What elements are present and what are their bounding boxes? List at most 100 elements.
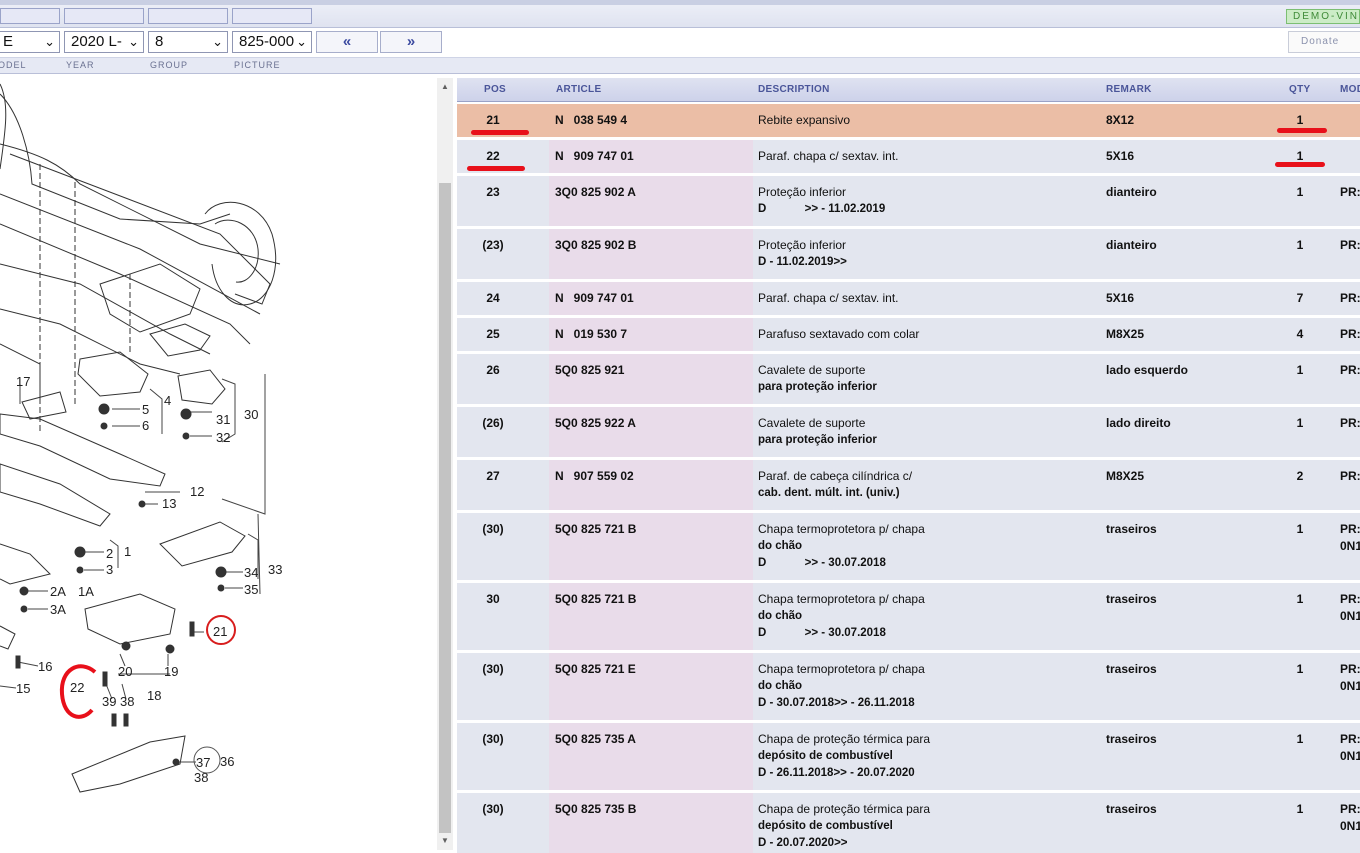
table-header: POS ARTICLE DESCRIPTION REMARK QTY MOD	[457, 78, 1360, 102]
demo-vin-badge[interactable]: DEMO-VIN	[1286, 9, 1360, 24]
article-cell[interactable]: N 019 530 7	[555, 326, 627, 343]
svg-text:15: 15	[16, 681, 30, 696]
qty-cell: 1	[1296, 416, 1304, 430]
table-row[interactable]: 30 5Q0 825 721 B Chapa termoprotetora p/ c…	[457, 583, 1360, 653]
article-cell[interactable]: 3Q0 825 902 A	[555, 184, 636, 201]
tab-3[interactable]	[148, 8, 228, 24]
table-row[interactable]: 23 3Q0 825 902 A Proteção inferior D >> - 1…	[457, 176, 1360, 229]
article-cell[interactable]: 5Q0 825 921	[555, 362, 624, 379]
model-cell: PR: 0N1	[1340, 522, 1360, 553]
article-cell[interactable]: N 907 559 02	[555, 468, 634, 485]
article-cell[interactable]: N 909 747 01	[555, 290, 634, 307]
svg-text:2: 2	[106, 546, 113, 561]
article-cell[interactable]: N 909 747 01	[555, 148, 634, 165]
table-row[interactable]: 25 N 019 530 7 Parafuso sextavado com cola…	[457, 318, 1360, 354]
remark-cell: traseiros	[1106, 732, 1157, 746]
article-cell[interactable]: 5Q0 825 721 B	[555, 521, 636, 538]
model-cell: PR:	[1340, 185, 1360, 199]
table-row[interactable]: 21 N 038 549 4 Rebite expansivo 8X12 1	[457, 104, 1360, 140]
description-cell: Cavalete de suporte para proteção inferio…	[758, 362, 877, 396]
year-select[interactable]: 2020 L- ⌄	[64, 31, 144, 53]
table-row[interactable]: (23) 3Q0 825 902 B Proteção inferior D - 11…	[457, 229, 1360, 282]
model-cell: PR:	[1340, 238, 1360, 252]
tab-1[interactable]	[0, 8, 60, 24]
table-row[interactable]: 26 5Q0 825 921 Cavalete de suporte para pro…	[457, 354, 1360, 407]
scroll-down-arrow-icon[interactable]: ▼	[437, 834, 453, 848]
svg-text:32: 32	[216, 430, 230, 445]
model-cell: PR: 0N1	[1340, 592, 1360, 623]
tab-2[interactable]	[64, 8, 144, 24]
group-label: GROUP	[150, 60, 189, 70]
col-remark-header[interactable]: REMARK	[1106, 84, 1152, 95]
qty-cell: 2	[1296, 469, 1304, 483]
tab-4[interactable]	[232, 8, 312, 24]
diagram-scrollbar[interactable]: ▲ ▼	[437, 78, 453, 850]
pos-cell: 22	[486, 149, 500, 163]
car-body-outline	[0, 83, 281, 434]
article-cell[interactable]: N 038 549 4	[555, 112, 627, 129]
description-line-3: D - 20.07.2020>>	[758, 837, 848, 849]
chevron-down-icon: ⌄	[128, 34, 139, 49]
article-cell[interactable]: 5Q0 825 721 E	[555, 661, 636, 678]
parts-diagram[interactable]: 17 5 6 4 31 32 30 12 13 2 1 3 2A 1A 3A 3…	[0, 74, 437, 853]
table-row[interactable]: (30) 5Q0 825 735 A Chapa de proteção térmi…	[457, 723, 1360, 793]
table-row[interactable]: 22 N 909 747 01 Paraf. chapa c/ sextav. in…	[457, 140, 1360, 176]
table-row[interactable]: 27 N 907 559 02 Paraf. de cabeça cilíndric…	[457, 460, 1360, 513]
red-underline-qty	[1275, 162, 1325, 167]
scroll-thumb[interactable]	[439, 183, 451, 833]
picture-label: PICTURE	[234, 60, 281, 70]
qty-cell: 1	[1296, 802, 1304, 816]
model-cell: PR:	[1340, 469, 1360, 483]
remark-cell: lado esquerdo	[1106, 363, 1189, 377]
table-row[interactable]: (30) 5Q0 825 721 B Chapa termoprotetora p/…	[457, 513, 1360, 583]
article-cell[interactable]: 3Q0 825 902 B	[555, 237, 636, 254]
table-row[interactable]: (26) 5Q0 825 922 A Cavalete de suporte para…	[457, 407, 1360, 460]
model-select[interactable]: E ⌄	[0, 31, 60, 53]
remark-cell: 8X12	[1106, 113, 1135, 127]
pos-cell: 27	[486, 469, 500, 483]
pos-cell: (26)	[482, 416, 504, 430]
model-cell: PR: 0N1	[1340, 662, 1360, 693]
table-row[interactable]: (30) 5Q0 825 735 B Chapa de proteção térmi…	[457, 793, 1360, 853]
svg-text:6: 6	[142, 418, 149, 433]
col-pos-header[interactable]: POS	[484, 84, 506, 95]
picture-select[interactable]: 825-000 ⌄	[232, 31, 312, 53]
description-line-3: D - 26.11.2018>> - 20.07.2020	[758, 767, 915, 779]
remark-cell: lado direito	[1106, 416, 1171, 430]
col-model-header[interactable]: MOD	[1340, 84, 1360, 95]
article-cell[interactable]: 5Q0 825 735 B	[555, 801, 636, 818]
chevron-down-icon: ⌄	[44, 34, 55, 49]
svg-text:31: 31	[216, 412, 230, 427]
description-line-1: Proteção inferior	[758, 185, 847, 199]
prev-picture-button[interactable]: «	[316, 31, 378, 53]
description-line-2: do chão	[758, 540, 803, 552]
article-cell[interactable]: 5Q0 825 922 A	[555, 415, 636, 432]
article-cell[interactable]: 5Q0 825 721 B	[555, 591, 636, 608]
scroll-up-arrow-icon[interactable]: ▲	[437, 80, 453, 94]
model-label: ODEL	[0, 60, 27, 70]
qty-cell: 1	[1296, 185, 1304, 199]
col-article-header[interactable]: ARTICLE	[556, 84, 601, 95]
description-cell: Cavalete de suporte para proteção inferio…	[758, 415, 877, 449]
svg-text:22: 22	[70, 680, 84, 695]
col-description-header[interactable]: DESCRIPTION	[758, 84, 830, 95]
next-picture-button[interactable]: »	[380, 31, 442, 53]
description-cell: Paraf. de cabeça cilíndrica c/cab. dent.…	[758, 468, 912, 502]
group-select[interactable]: 8 ⌄	[148, 31, 228, 53]
table-row[interactable]: (30) 5Q0 825 721 E Chapa termoprotetora p/…	[457, 653, 1360, 723]
part-icons	[15, 403, 227, 766]
svg-text:3: 3	[106, 562, 113, 577]
pos-cell: 23	[486, 185, 500, 199]
donate-button[interactable]: Donate	[1288, 31, 1360, 53]
description-line-1: Paraf. de cabeça cilíndrica c/	[758, 469, 913, 483]
group-select-value: 8	[155, 33, 164, 50]
description-cell: Parafuso sextavado com colar	[758, 326, 919, 343]
col-qty-header[interactable]: QTY	[1289, 84, 1310, 95]
svg-text:38: 38	[194, 770, 208, 785]
article-cell[interactable]: 5Q0 825 735 A	[555, 731, 636, 748]
selector-row: E ⌄ 2020 L- ⌄ 8 ⌄ 825-000 ⌄ « » Donate	[0, 28, 1360, 58]
remark-cell: M8X25	[1106, 327, 1145, 341]
description-line-2: cab. dent. múlt. int. (univ.)	[758, 487, 900, 499]
model-cell: PR:	[1340, 416, 1360, 430]
table-row[interactable]: 24 N 909 747 01 Paraf. chapa c/ sextav. in…	[457, 282, 1360, 318]
